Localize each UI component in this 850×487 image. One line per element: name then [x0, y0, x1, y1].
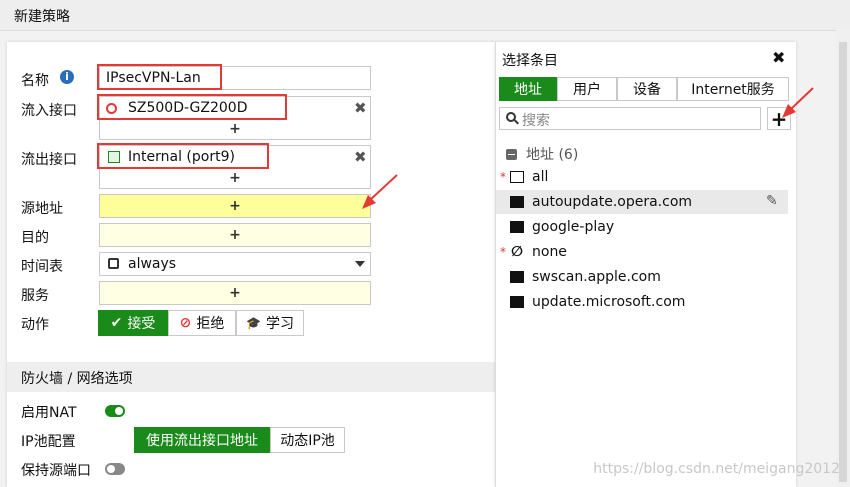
annotation-arrows	[362, 87, 814, 209]
scrollbar-thumb[interactable]	[839, 42, 847, 482]
watermark: https://blog.csdn.net/meigang2012	[593, 461, 840, 477]
annotation-arrow-source	[369, 174, 398, 201]
page-scrollbar[interactable]	[836, 28, 850, 487]
annotation-arrow-add	[789, 87, 814, 111]
